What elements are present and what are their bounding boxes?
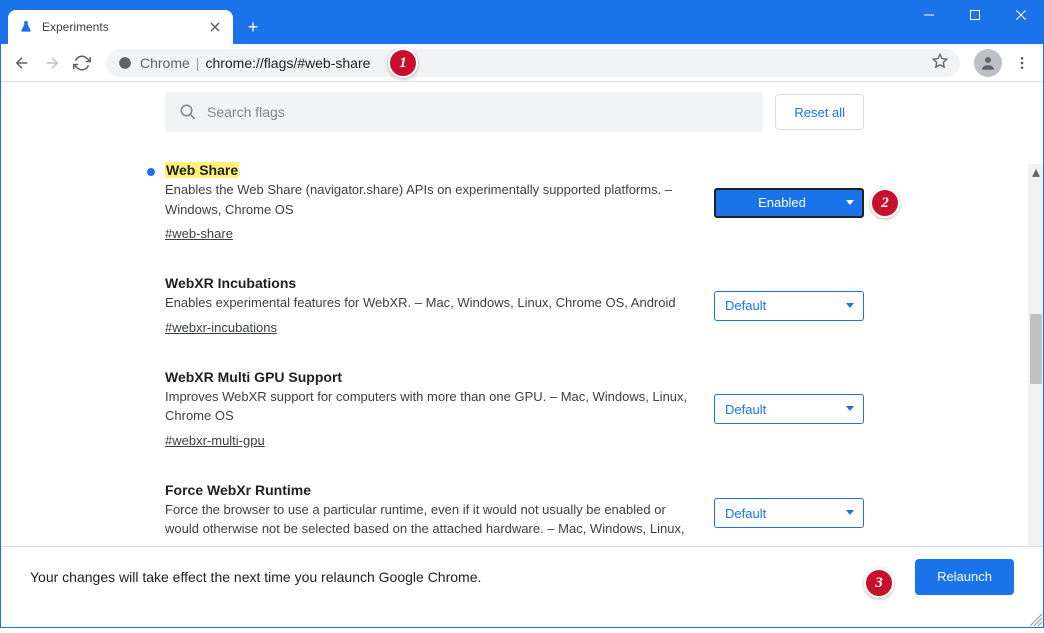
site-info-icon[interactable] (118, 56, 132, 70)
flag-anchor-link[interactable]: #web-share (165, 226, 233, 241)
page-content: Search flags Reset all Web Share Enables… (0, 82, 1044, 568)
url-text: chrome://flags/#web-share (205, 55, 370, 71)
scroll-up-arrow[interactable]: ▴ (1028, 164, 1044, 180)
reset-all-button[interactable]: Reset all (775, 94, 864, 130)
address-bar[interactable]: Chrome | chrome://flags/#web-share (106, 49, 960, 77)
url-scheme-label: Chrome (140, 55, 190, 71)
relaunch-button[interactable]: Relaunch (915, 559, 1014, 595)
search-flags-input[interactable]: Search flags (165, 92, 763, 132)
search-icon (179, 103, 197, 121)
flag-state-select[interactable]: Default (714, 498, 864, 528)
flag-description: Force the browser to use a particular ru… (165, 500, 694, 539)
flag-title: WebXR Multi GPU Support (165, 369, 342, 385)
flag-item: Web Share Enables the Web Share (navigat… (165, 162, 864, 243)
minimize-button[interactable] (906, 0, 952, 30)
back-button[interactable] (8, 49, 36, 77)
close-window-button[interactable] (998, 0, 1044, 30)
browser-tab[interactable]: Experiments (8, 10, 233, 44)
flag-state-select[interactable]: Default (714, 291, 864, 321)
flag-state-select[interactable]: Default (714, 394, 864, 424)
annotation-badge-2: 2 (870, 188, 900, 218)
flag-item: WebXR Incubations Enables experimental f… (165, 275, 864, 337)
annotation-badge-1: 1 (388, 48, 418, 78)
annotation-badge-3: 3 (864, 568, 894, 598)
chrome-menu-button[interactable] (1008, 49, 1036, 77)
new-tab-button[interactable]: + (239, 13, 267, 41)
tab-title: Experiments (42, 20, 207, 34)
flag-item: WebXR Multi GPU Support Improves WebXR s… (165, 369, 864, 450)
flag-title: Force WebXr Runtime (165, 482, 311, 498)
search-placeholder: Search flags (207, 104, 285, 120)
flag-description: Enables experimental features for WebXR.… (165, 293, 694, 313)
browser-toolbar: Chrome | chrome://flags/#web-share (0, 44, 1044, 82)
active-dot-icon (147, 168, 155, 176)
forward-button[interactable] (38, 49, 66, 77)
window-controls (906, 0, 1044, 30)
flask-icon (18, 19, 34, 35)
scrollbar[interactable]: ▴ ▾ (1028, 164, 1044, 568)
flag-description: Enables the Web Share (navigator.share) … (165, 180, 694, 219)
flag-description: Improves WebXR support for computers wit… (165, 387, 694, 426)
flag-item: Force WebXr Runtime Force the browser to… (165, 482, 864, 545)
maximize-button[interactable] (952, 0, 998, 30)
relaunch-message: Your changes will take effect the next t… (30, 569, 481, 585)
profile-avatar[interactable] (974, 49, 1002, 77)
reload-button[interactable] (68, 49, 96, 77)
flag-state-select[interactable]: Enabled (714, 188, 864, 218)
flag-title: Web Share (165, 162, 239, 178)
flag-anchor-link[interactable]: #webxr-incubations (165, 320, 277, 335)
flag-anchor-link[interactable]: #webxr-multi-gpu (165, 433, 265, 448)
scrollbar-thumb[interactable] (1030, 314, 1042, 384)
resize-handle[interactable] (1024, 608, 1044, 628)
window-titlebar: Experiments + (0, 0, 1044, 44)
bookmark-star-icon[interactable] (932, 53, 948, 72)
close-tab-icon[interactable] (207, 19, 223, 35)
flag-title: WebXR Incubations (165, 275, 296, 291)
